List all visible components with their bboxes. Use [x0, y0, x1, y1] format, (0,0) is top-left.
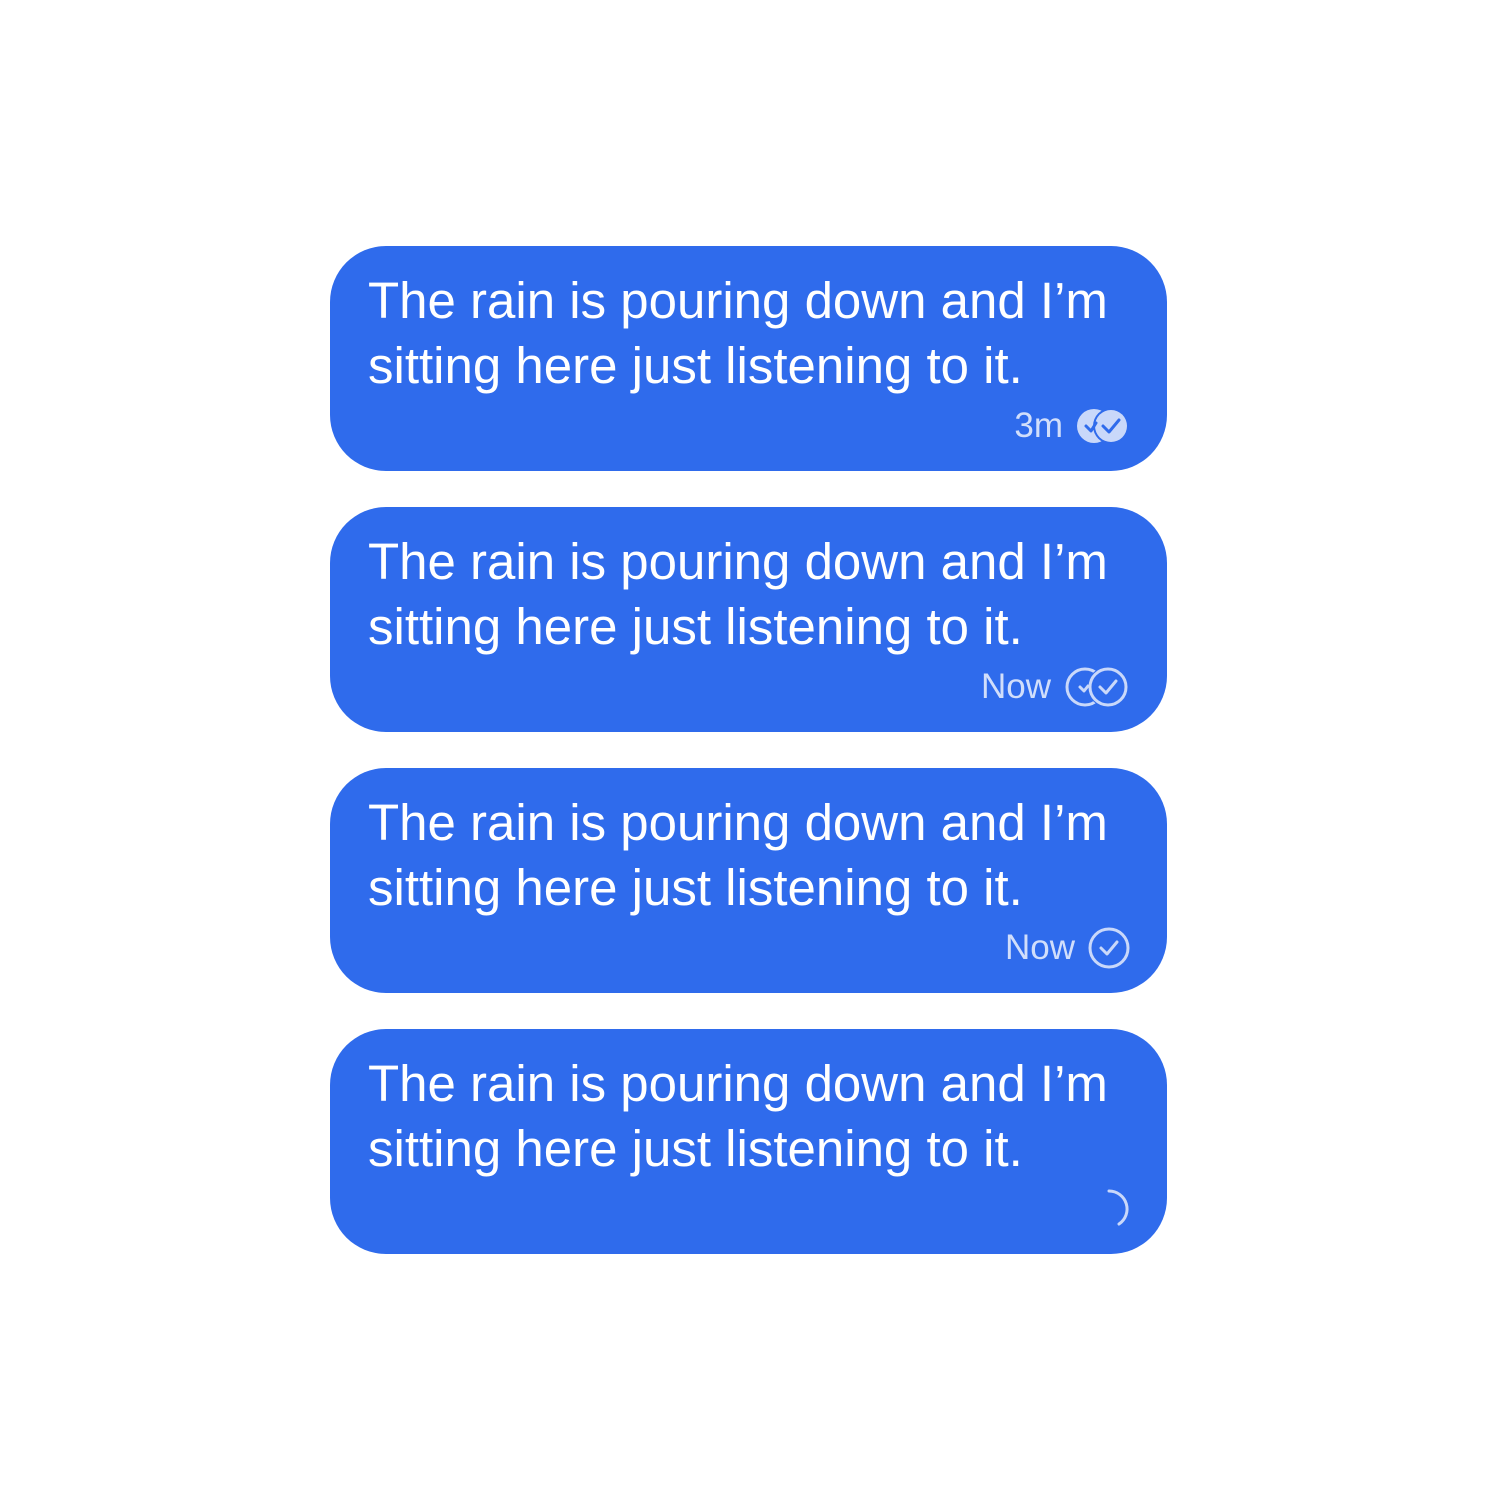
double-check-outline-icon	[1063, 665, 1131, 709]
single-check-outline-icon	[1087, 926, 1131, 970]
message-bubble[interactable]: The rain is pouring down and I’m sitting…	[330, 246, 1167, 471]
message-meta: Now	[981, 665, 1131, 709]
message-thread: The rain is pouring down and I’m sitting…	[0, 0, 1500, 1500]
message-bubble[interactable]: The rain is pouring down and I’m sitting…	[330, 1029, 1167, 1254]
message-timestamp: Now	[1004, 928, 1075, 967]
message-text: The rain is pouring down and I’m sitting…	[368, 272, 1108, 394]
message-meta	[1075, 1187, 1131, 1231]
message-meta: 3m	[1014, 404, 1131, 448]
message-timestamp: 3m	[1014, 406, 1063, 445]
message-bubble[interactable]: The rain is pouring down and I’m sitting…	[330, 507, 1167, 732]
message-text: The rain is pouring down and I’m sitting…	[368, 1055, 1108, 1177]
message-text: The rain is pouring down and I’m sitting…	[368, 794, 1108, 916]
message-meta: Now	[1005, 926, 1131, 970]
double-check-filled-icon	[1075, 407, 1131, 445]
message-timestamp: Now	[980, 667, 1051, 706]
message-bubble[interactable]: The rain is pouring down and I’m sitting…	[330, 768, 1167, 993]
loading-spinner-icon	[1087, 1187, 1131, 1231]
message-text: The rain is pouring down and I’m sitting…	[368, 533, 1108, 655]
